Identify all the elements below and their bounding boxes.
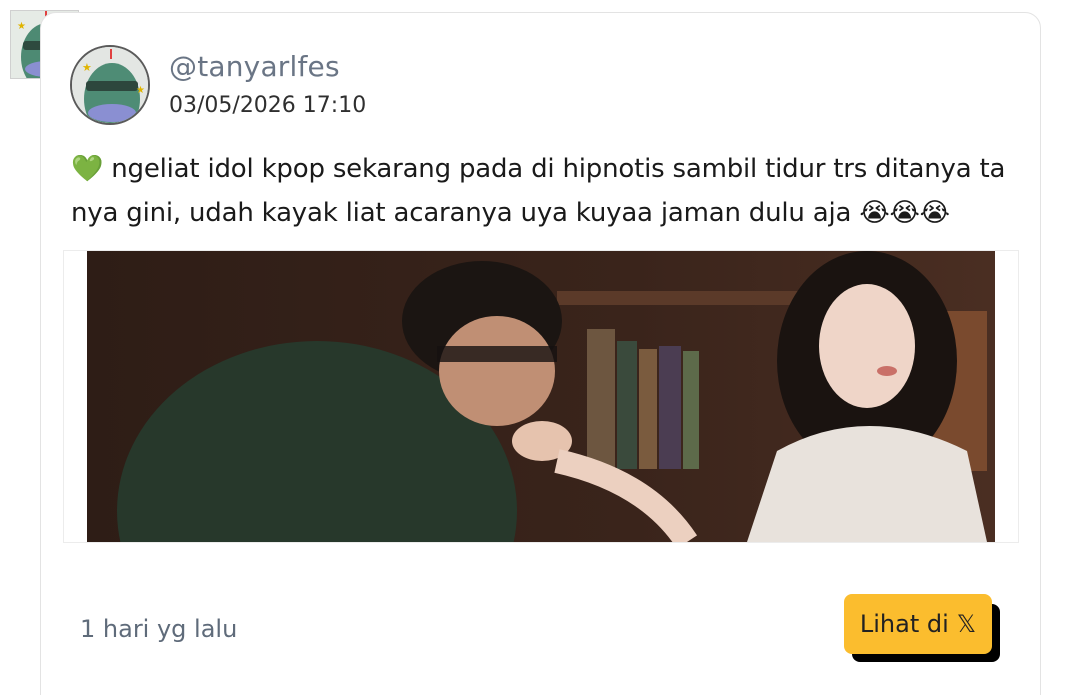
post-card: ★ ★ @tanyarlfes 03/05/2026 17:10 💚 ngeli…: [40, 12, 1041, 695]
svg-text:★: ★: [17, 21, 26, 32]
author-handle[interactable]: @tanyarlfes: [169, 50, 340, 83]
svg-text:★: ★: [136, 85, 145, 96]
post-media-image[interactable]: [87, 251, 995, 542]
view-on-x-button[interactable]: Lihat di 𝕏: [844, 594, 992, 654]
page: ★ ★ ★ ★ @tanyarlfes 03/05/2026 17:10 💚 n…: [0, 0, 1078, 695]
post-text: 💚 ngeliat idol kpop sekarang pada di hip…: [71, 154, 1006, 228]
post-timestamp: 03/05/2026 17:10: [169, 93, 367, 118]
view-on-x-label: Lihat di: [859, 610, 949, 638]
media-frame: [63, 250, 1019, 543]
avatar[interactable]: ★ ★: [70, 45, 150, 125]
relative-time: 1 hari yg lalu: [80, 615, 238, 643]
svg-text:★: ★: [82, 61, 92, 74]
x-logo-icon: 𝕏: [956, 610, 977, 638]
